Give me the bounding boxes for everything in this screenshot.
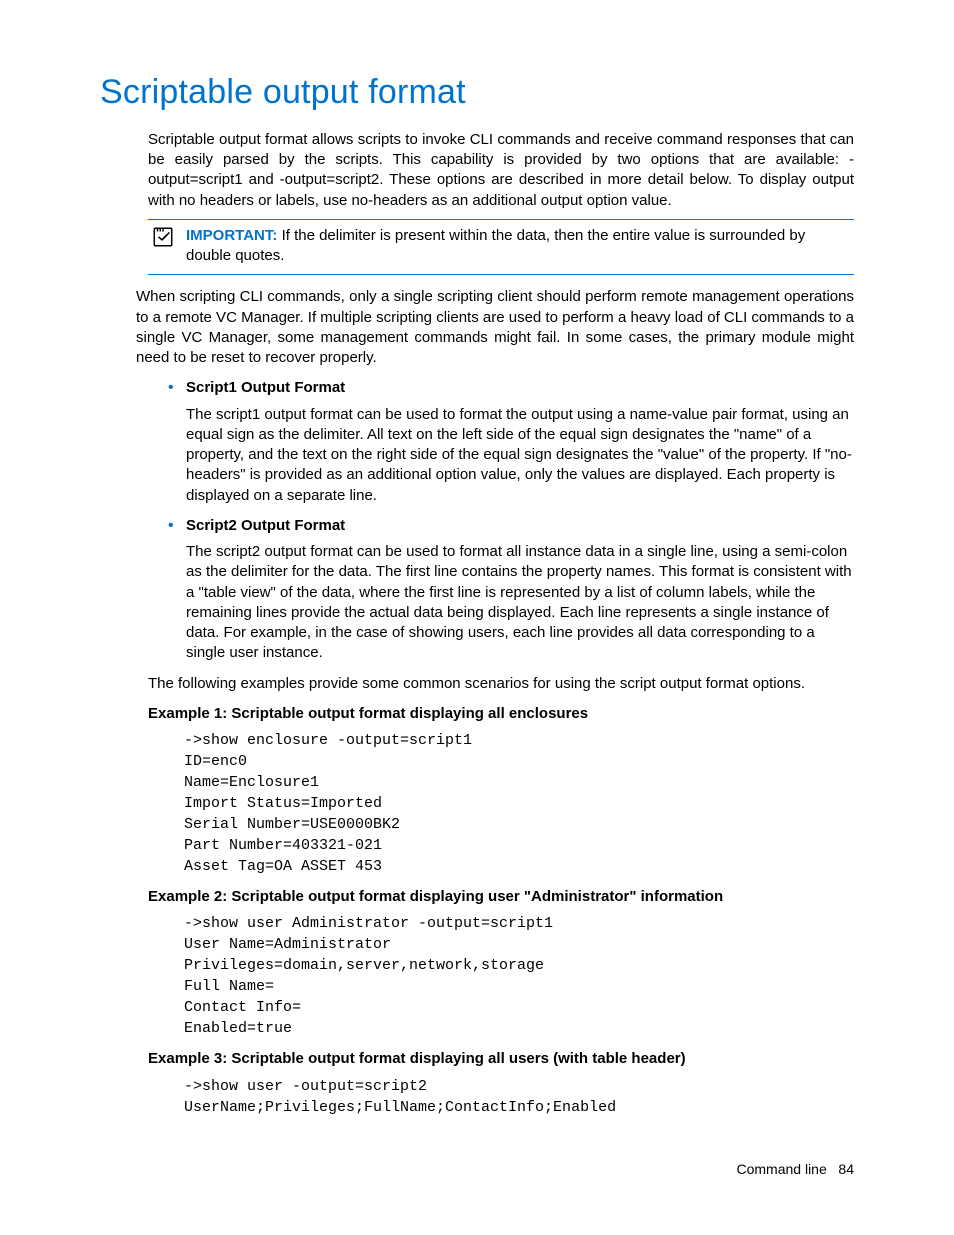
bullet-title: Script1 Output Format (186, 378, 854, 398)
example-2-heading: Example 2: Scriptable output format disp… (148, 887, 854, 907)
important-icon (148, 226, 174, 254)
bullet-title: Script2 Output Format (186, 516, 854, 536)
footer-section: Command line (736, 1161, 826, 1177)
callout-label: IMPORTANT: (186, 227, 277, 244)
callout-body: If the delimiter is present within the d… (186, 227, 805, 264)
format-list: Script1 Output Format The script1 output… (148, 378, 854, 663)
scripting-warning: When scripting CLI commands, only a sing… (136, 287, 854, 368)
example-2-code: ->show user Administrator -output=script… (148, 913, 854, 1039)
example-1-heading: Example 1: Scriptable output format disp… (148, 704, 854, 724)
footer-page-number: 84 (838, 1161, 854, 1177)
example-3-heading: Example 3: Scriptable output format disp… (148, 1049, 854, 1069)
important-callout: IMPORTANT: If the delimiter is present w… (148, 219, 854, 276)
examples-intro: The following examples provide some comm… (148, 674, 854, 694)
callout-text: IMPORTANT: If the delimiter is present w… (186, 226, 854, 267)
intro-paragraph: Scriptable output format allows scripts … (148, 130, 854, 211)
bullet-body: The script1 output format can be used to… (186, 405, 854, 506)
list-item: Script1 Output Format The script1 output… (168, 378, 854, 506)
page-footer: Command line 84 (736, 1160, 854, 1179)
example-1-code: ->show enclosure -output=script1 ID=enc0… (148, 730, 854, 877)
list-item: Script2 Output Format The script2 output… (168, 516, 854, 664)
page-title: Scriptable output format (100, 70, 854, 116)
bullet-body: The script2 output format can be used to… (186, 542, 854, 664)
example-3-code: ->show user -output=script2 UserName;Pri… (148, 1076, 854, 1118)
